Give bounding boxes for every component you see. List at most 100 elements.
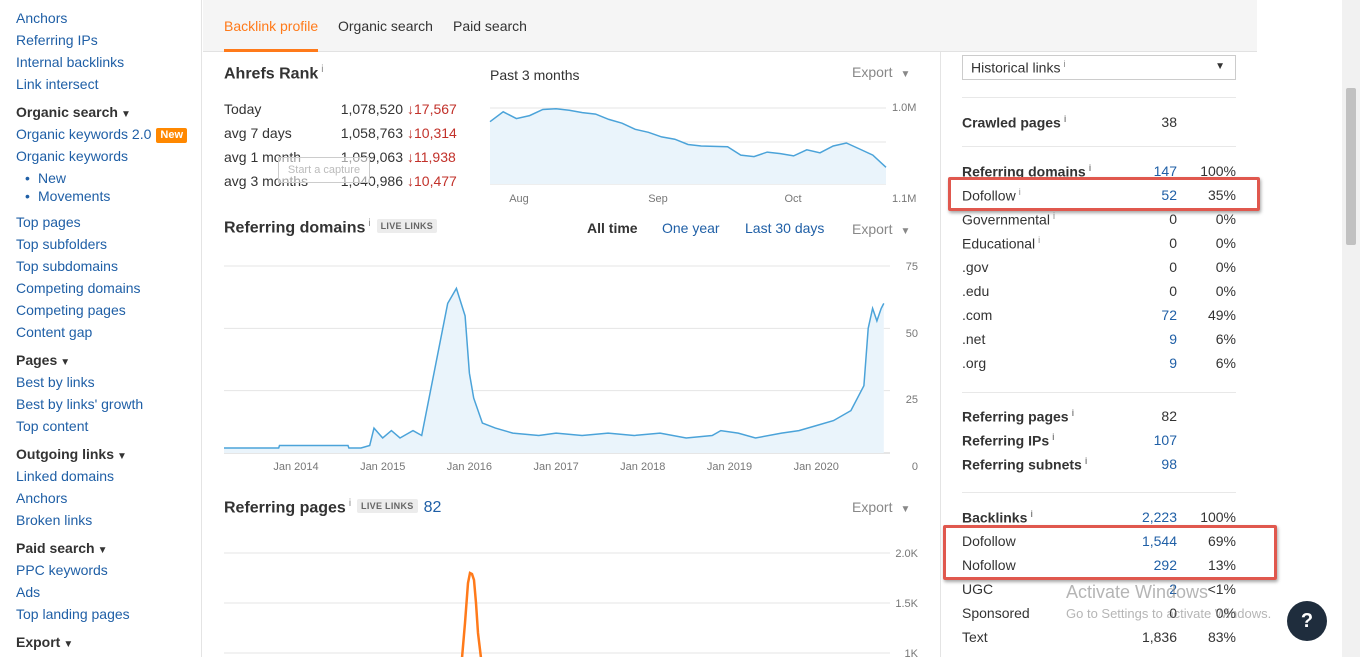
sidebar-item-ads[interactable]: Ads: [16, 583, 40, 601]
domain-stat-row: .gov 0 0%: [962, 259, 1236, 279]
y-tick-label: 1.5K: [895, 598, 918, 610]
info-icon[interactable]: i: [1038, 235, 1040, 245]
sidebar-item-top-pages[interactable]: Top pages: [16, 213, 81, 231]
backlink-stat-label: Backlinks i: [962, 509, 1033, 526]
info-icon: i: [1063, 114, 1067, 124]
sidebar-item-top-subdomains[interactable]: Top subdomains: [16, 257, 118, 275]
range-one-year[interactable]: One year: [662, 220, 720, 236]
sidebar-item-organic-keywords-2[interactable]: Organic keywords 2.0 New: [16, 125, 188, 143]
x-tick-label: Jan 2017: [533, 461, 578, 473]
info-icon[interactable]: i: [1089, 163, 1092, 173]
backlink-stat-value[interactable]: 2,223: [1142, 509, 1177, 525]
capture-overlay[interactable]: Start a capture: [278, 157, 370, 183]
highlight-dofollow-domains: [948, 177, 1260, 211]
historical-links-select[interactable]: Historical links i ▼: [962, 55, 1236, 80]
windows-watermark: Activate Windows: [1066, 582, 1209, 602]
divider: [962, 97, 1236, 98]
sidebar-item-ppc-keywords[interactable]: PPC keywords: [16, 561, 108, 579]
range-all-time[interactable]: All time: [587, 220, 638, 236]
domain-stat-percent: 0%: [1215, 259, 1236, 275]
sidebar-item-broken-links[interactable]: Broken links: [16, 511, 92, 529]
domain-stat-percent: 0%: [1215, 283, 1236, 299]
tab-backlink-profile[interactable]: Backlink profile: [224, 18, 318, 34]
y-tick-label: 2.0K: [895, 548, 918, 560]
x-tick-label: Sep: [648, 193, 668, 205]
backlink-stat-percent: 83%: [1207, 629, 1236, 645]
tab-paid-search[interactable]: Paid search: [453, 18, 527, 34]
info-icon[interactable]: i: [1052, 432, 1055, 442]
pages-export-button[interactable]: Export ▼: [852, 499, 910, 515]
info-icon[interactable]: i: [1030, 509, 1033, 519]
sidebar-head-export[interactable]: Export ▼: [16, 633, 73, 654]
backlink-stat-value: 1,836: [1141, 629, 1177, 645]
pages-stat-value[interactable]: 107: [1154, 432, 1177, 448]
sidebar-item-new[interactable]: New: [25, 169, 66, 187]
info-icon[interactable]: i: [1053, 211, 1055, 221]
x-tick-label: Jan 2015: [360, 461, 405, 473]
sidebar-item-anchors[interactable]: Anchors: [16, 9, 67, 27]
sidebar-head-pages[interactable]: Pages ▼: [16, 351, 70, 372]
x-tick-label: Jan 2018: [620, 461, 665, 473]
sidebar-item-best-by-links[interactable]: Best by links: [16, 373, 95, 391]
sidebar-item-top-subfolders[interactable]: Top subfolders: [16, 235, 107, 253]
divider: [962, 492, 1236, 493]
pages-stat-row: Referring IPs i 107: [962, 432, 1236, 452]
y-tick-label: 50: [906, 328, 918, 340]
sidebar-item-linked-domains[interactable]: Linked domains: [16, 467, 114, 485]
info-icon[interactable]: i: [1085, 456, 1088, 466]
sidebar-item-top-landing-pages[interactable]: Top landing pages: [16, 605, 130, 623]
backlink-stat-percent: <1%: [1207, 581, 1236, 597]
domains-line: [224, 286, 885, 449]
info-icon[interactable]: i: [1072, 408, 1075, 418]
sidebar-head-organic-search[interactable]: Organic search ▼: [16, 103, 131, 124]
y-tick-label: 1K: [905, 648, 919, 657]
referring-pages-chart: 2.0K 1.5K 1K: [224, 548, 919, 657]
chevron-down-icon: ▼: [1215, 61, 1225, 72]
range-last-30-days[interactable]: Last 30 days: [745, 220, 824, 236]
sidebar-item-content-gap[interactable]: Content gap: [16, 323, 92, 341]
sidebar-item-top-content[interactable]: Top content: [16, 417, 88, 435]
sidebar-head-paid-search[interactable]: Paid search ▼: [16, 539, 108, 560]
sidebar-item-organic-keywords[interactable]: Organic keywords: [16, 147, 128, 165]
domain-stat-value: 0: [1169, 211, 1177, 227]
backlink-stat-row: Text 1,836 83%: [962, 629, 1236, 649]
x-tick-label: Jan 2016: [447, 461, 492, 473]
sidebar-item-link-intersect[interactable]: Link intersect: [16, 75, 98, 93]
ahrefs-rank-chart: 1.0M 1.1M Aug Sep Oct: [489, 102, 916, 205]
y-tick-label: 75: [906, 261, 918, 273]
x-tick-label: Jan 2014: [273, 461, 318, 473]
sidebar-item-internal-backlinks[interactable]: Internal backlinks: [16, 53, 124, 71]
tab-organic-search[interactable]: Organic search: [338, 18, 433, 34]
pages-stat-value: 82: [1161, 408, 1177, 424]
domain-stat-value[interactable]: 9: [1169, 331, 1177, 347]
help-button[interactable]: ?: [1287, 601, 1327, 641]
rank-export-button[interactable]: Export ▼: [852, 64, 910, 80]
sidebar-item-competing-pages[interactable]: Competing pages: [16, 301, 126, 319]
domain-stat-value[interactable]: 9: [1169, 355, 1177, 371]
domain-stat-percent: 0%: [1215, 211, 1236, 227]
crawled-pages-row: Crawled pages i 38: [962, 114, 1177, 131]
sidebar-item-referring-ips[interactable]: Referring IPs: [16, 31, 98, 49]
scrollbar[interactable]: [1342, 0, 1360, 657]
domain-stat-label: Educational i: [962, 235, 1041, 252]
rank-area: [490, 108, 886, 184]
info-icon[interactable]: i: [349, 498, 351, 509]
sidebar-head-outgoing-links[interactable]: Outgoing links ▼: [16, 445, 127, 466]
info-icon[interactable]: i: [321, 64, 323, 75]
info-icon[interactable]: i: [368, 218, 370, 229]
sidebar-item-anchors-outgoing[interactable]: Anchors: [16, 489, 67, 507]
pages-stat-label: Referring pages i: [962, 408, 1075, 425]
highlight-dofollow-nofollow-backlinks: [943, 525, 1277, 580]
pages-stat-value[interactable]: 98: [1161, 456, 1177, 472]
domain-stat-value: 0: [1169, 283, 1177, 299]
sidebar-item-competing-domains[interactable]: Competing domains: [16, 279, 141, 297]
pages-stat-row: Referring pages i 82: [962, 408, 1236, 428]
new-badge: New: [156, 128, 188, 143]
domain-stat-value[interactable]: 72: [1161, 307, 1177, 323]
sidebar-item-movements[interactable]: Movements: [25, 187, 110, 205]
referring-pages-count[interactable]: 82: [424, 499, 442, 516]
domains-export-button[interactable]: Export ▼: [852, 221, 910, 237]
sidebar-item-best-by-links-growth[interactable]: Best by links' growth: [16, 395, 143, 413]
main-content: Backlink profile Organic search Paid sea…: [203, 0, 1277, 657]
scrollbar-thumb[interactable]: [1346, 88, 1356, 245]
